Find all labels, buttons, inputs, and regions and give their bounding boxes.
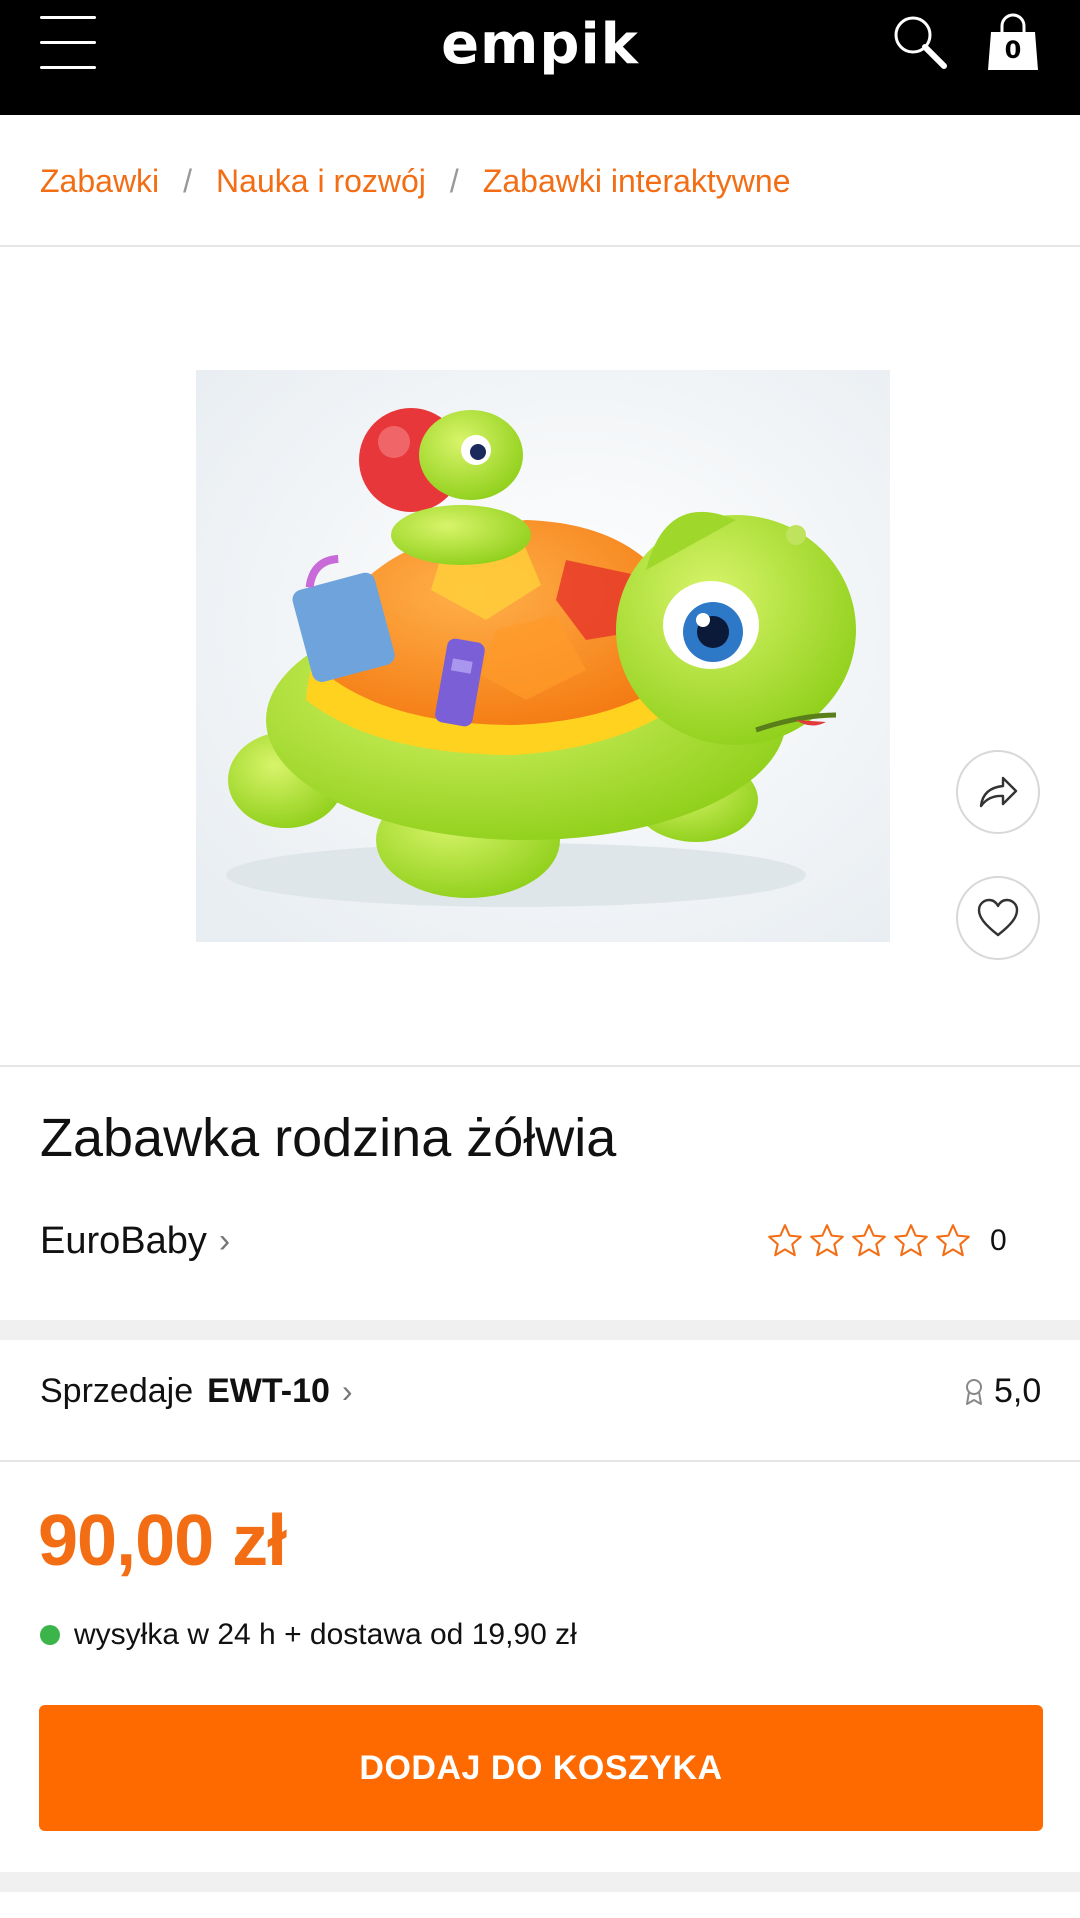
breadcrumb-item-zabawki-interaktywne[interactable]: Zabawki interaktywne <box>483 163 791 200</box>
breadcrumb-item-zabawki[interactable]: Zabawki <box>40 163 159 200</box>
breadcrumb-item-nauka-i-rozwoj[interactable]: Nauka i rozwój <box>216 163 426 200</box>
section-separator <box>0 1872 1080 1892</box>
product-price: 90,00 zł <box>38 1501 287 1581</box>
breadcrumb-separator: / <box>183 162 193 199</box>
empik-logo[interactable]: empik <box>440 4 640 84</box>
product-title: Zabawka rodzina żółwia <box>40 1108 617 1168</box>
divider <box>0 1460 1080 1462</box>
top-header: empik 0 <box>0 0 1080 115</box>
divider <box>0 1065 1080 1067</box>
award-icon <box>966 1378 982 1405</box>
section-separator <box>0 1320 1080 1340</box>
star-icon <box>894 1224 928 1257</box>
brand-link[interactable]: EuroBaby › <box>40 1220 230 1263</box>
star-icon <box>852 1224 886 1257</box>
seller-rating: 5,0 <box>964 1372 1041 1411</box>
seller-rating-value: 5,0 <box>994 1372 1042 1410</box>
breadcrumb-separator: / <box>449 162 459 199</box>
share-button[interactable] <box>956 750 1040 834</box>
breadcrumb: Zabawki / Nauka i rozwój / Zabawki inter… <box>40 158 790 204</box>
availability-dot-icon <box>40 1625 60 1645</box>
star-icon <box>810 1224 844 1257</box>
brand-name: EuroBaby <box>40 1220 207 1262</box>
seller-name: EWT-10 <box>207 1372 330 1410</box>
star-icon <box>768 1224 802 1257</box>
seller-label: Sprzedaje <box>40 1372 194 1410</box>
favorite-button[interactable] <box>956 876 1040 960</box>
chevron-right-icon: › <box>218 1222 231 1260</box>
chevron-right-icon: › <box>341 1373 353 1409</box>
menu-icon[interactable] <box>40 14 96 70</box>
product-rating[interactable]: 0 <box>766 1222 1007 1260</box>
share-icon <box>979 776 1018 808</box>
heart-icon <box>977 898 1019 937</box>
delivery-text: wysyłka w 24 h + dostawa od 19,90 zł <box>74 1618 577 1651</box>
divider <box>0 245 1080 247</box>
delivery-info: wysyłka w 24 h + dostawa od 19,90 zł <box>40 1618 577 1652</box>
product-image[interactable] <box>196 370 890 942</box>
star-icon <box>936 1224 970 1257</box>
add-to-cart-button[interactable]: DODAJ DO KOSZYKA <box>39 1705 1043 1831</box>
search-icon[interactable] <box>890 12 950 72</box>
seller-link[interactable]: Sprzedaje EWT-10 › <box>40 1372 353 1411</box>
cart-button[interactable]: 0 <box>985 12 1041 74</box>
cart-count: 0 <box>1004 36 1022 64</box>
rating-count: 0 <box>990 1224 1007 1257</box>
